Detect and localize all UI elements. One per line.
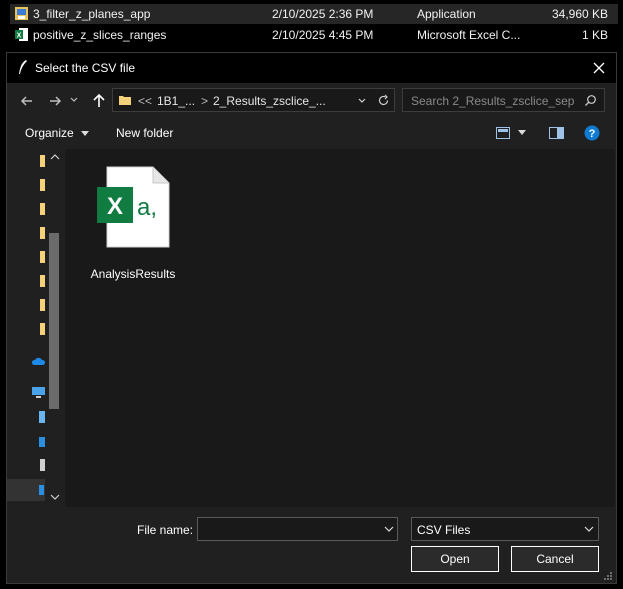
dialog-title: Select the CSV file (35, 61, 136, 75)
file-name-label: File name: (137, 523, 194, 537)
chevron-down-icon (81, 130, 90, 136)
view-options-icon[interactable] (496, 127, 510, 139)
file-type-value: CSV Files (417, 523, 471, 537)
app-icon (15, 7, 28, 20)
chevron-down-icon (584, 526, 594, 532)
folder-icon[interactable] (40, 227, 45, 239)
onedrive-icon[interactable] (31, 356, 45, 366)
file-size: 34,960 KB (552, 7, 609, 21)
excel-csv-icon: X (15, 28, 28, 41)
excel-csv-icon: a, X (97, 166, 170, 248)
file-name: 3_filter_z_planes_app (33, 7, 151, 21)
file-size: 1 KB (582, 28, 609, 42)
selected-nav-item[interactable] (7, 479, 45, 501)
title-bar: Select the CSV file (7, 53, 616, 83)
drive-icon[interactable] (39, 437, 45, 447)
feather-icon (19, 60, 27, 74)
file-type-select[interactable]: CSV Files (411, 517, 599, 541)
new-folder-button[interactable]: New folder (116, 126, 173, 140)
up-arrow-icon[interactable] (89, 91, 109, 111)
back-arrow-icon[interactable] (17, 91, 37, 111)
folder-icon[interactable] (40, 299, 45, 311)
file-row-filter-app[interactable]: 3_filter_z_planes_app 2/10/2025 2:36 PM … (10, 4, 618, 24)
help-icon[interactable]: ? (584, 125, 600, 141)
open-file-dialog: Select the CSV file << 1B1_... > 2_Resul… (6, 52, 617, 584)
svg-text:?: ? (589, 128, 596, 140)
file-type: Application (417, 7, 476, 21)
chevron-down-icon[interactable] (518, 130, 526, 136)
svg-text:X: X (107, 193, 123, 220)
folder-icon[interactable] (40, 155, 45, 167)
folder-icon (119, 96, 131, 105)
chevron-down-icon[interactable] (384, 525, 394, 533)
folder-icon[interactable] (40, 275, 45, 287)
organize-button[interactable]: Organize (25, 126, 90, 140)
resize-grip-icon[interactable] (603, 571, 613, 581)
network-icon (39, 485, 44, 495)
search-icon[interactable] (584, 94, 597, 107)
file-row-slices-ranges[interactable]: X positive_z_slices_ranges 2/10/2025 4:4… (10, 25, 618, 45)
drive-icon[interactable] (39, 411, 45, 423)
svg-text:X: X (17, 33, 22, 40)
drive-icon[interactable] (40, 459, 45, 471)
cancel-button[interactable]: Cancel (511, 546, 599, 572)
address-crumb-2[interactable]: 2_Results_zsclice_... (213, 94, 326, 108)
address-overflow[interactable]: << (138, 94, 152, 108)
search-box[interactable]: Search 2_Results_zsclice_sep (402, 88, 605, 112)
address-bar[interactable]: << 1B1_... > 2_Results_zsclice_... (112, 88, 395, 112)
open-button[interactable]: Open (411, 546, 499, 572)
scroll-up-icon[interactable] (50, 153, 60, 161)
file-date: 2/10/2025 4:45 PM (272, 28, 374, 42)
search-placeholder: Search 2_Results_zsclice_sep (411, 94, 575, 108)
folder-icon[interactable] (40, 203, 45, 215)
address-separator: > (201, 94, 209, 108)
folder-icon[interactable] (40, 251, 45, 263)
file-type: Microsoft Excel C... (417, 28, 521, 42)
recent-locations-chevron-icon[interactable] (70, 95, 78, 105)
scroll-down-icon[interactable] (50, 493, 60, 501)
folder-icon[interactable] (40, 179, 45, 191)
file-item-analysis-results[interactable]: a, X AnalysisResults (87, 163, 179, 281)
refresh-icon[interactable] (377, 94, 390, 107)
forward-arrow-icon[interactable] (45, 91, 65, 111)
file-list-pane[interactable]: a, X AnalysisResults (65, 149, 615, 507)
file-date: 2/10/2025 2:36 PM (272, 7, 374, 21)
organize-label: Organize (25, 126, 74, 140)
nav-scrollbar-thumb[interactable] (49, 233, 59, 409)
this-pc-icon[interactable] (31, 386, 46, 399)
file-name: positive_z_slices_ranges (33, 28, 167, 42)
address-crumb-1[interactable]: 1B1_... (157, 94, 195, 108)
file-name-field[interactable] (197, 517, 398, 541)
file-name: AnalysisResults (90, 267, 176, 281)
chevron-down-icon[interactable] (357, 96, 367, 106)
navigation-pane[interactable] (7, 149, 63, 507)
folder-icon[interactable] (40, 323, 45, 335)
preview-pane-icon[interactable] (549, 127, 564, 139)
close-icon[interactable] (588, 57, 610, 79)
svg-text:a,: a, (137, 194, 157, 221)
